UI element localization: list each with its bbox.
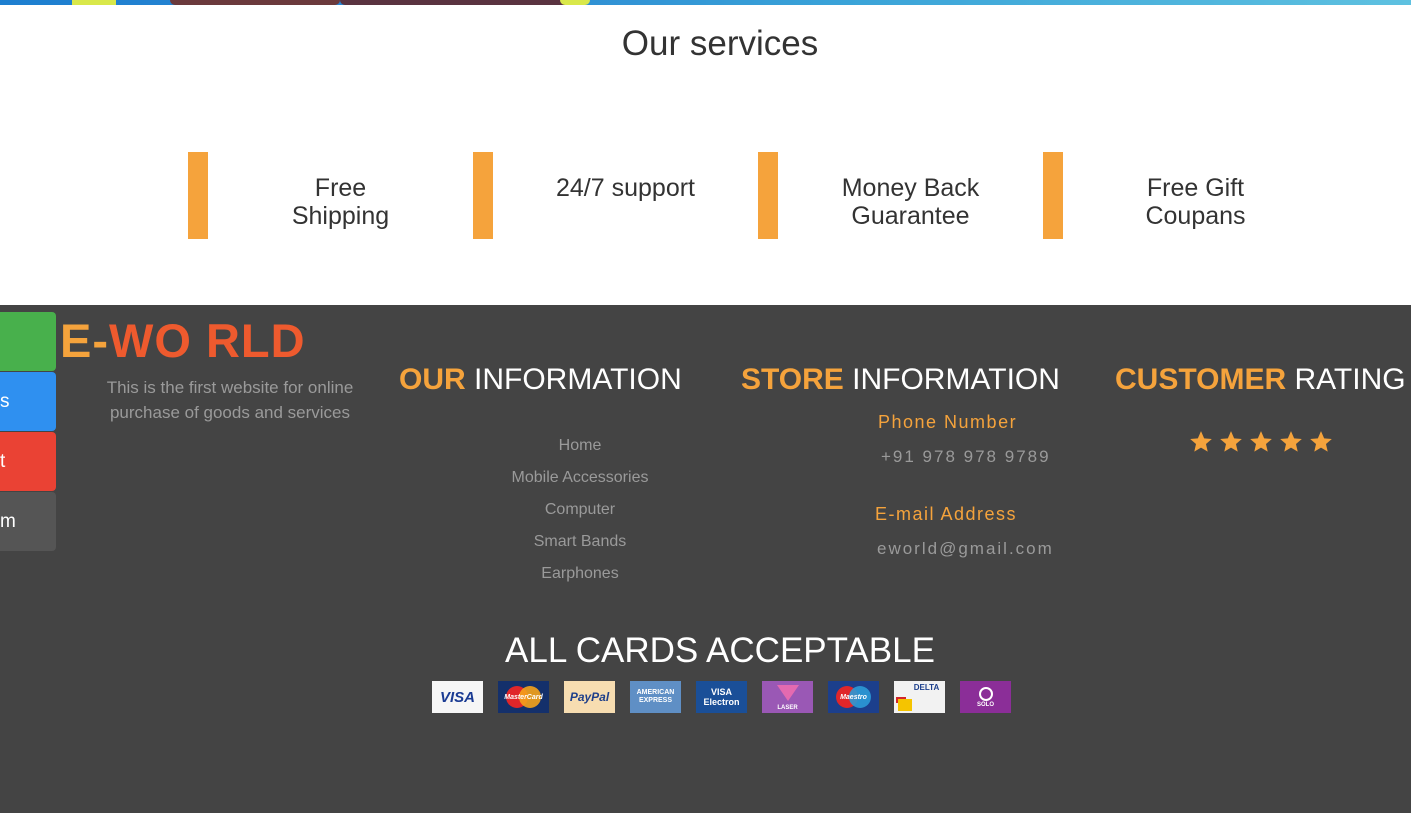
- hero-banner-edge: [0, 0, 1411, 5]
- paypal-icon: PayPal: [564, 681, 615, 713]
- share-tab-medium[interactable]: m: [0, 492, 56, 551]
- info-links: Home Mobile Accessories Computer Smart B…: [480, 430, 680, 590]
- share-tab-whatsapp[interactable]: [0, 312, 56, 371]
- delta-card-icon: DELTA: [894, 681, 945, 713]
- store-information-heading: STORE INFORMATION: [741, 363, 1060, 396]
- footer-link-computer[interactable]: Computer: [480, 494, 680, 526]
- share-tab-pinterest[interactable]: t: [0, 432, 56, 491]
- phone-label: Phone Number: [878, 412, 1018, 432]
- mastercard-icon: MasterCard: [498, 681, 549, 713]
- brand-description: This is the first website for online pur…: [106, 378, 354, 422]
- customer-rating-heading: CUSTOMER RATING: [1115, 363, 1406, 396]
- maestro-icon: Maestro: [828, 681, 879, 713]
- payment-cards: VISA MasterCard PayPal AMERICAN EXPRESS …: [432, 681, 1011, 713]
- footer-link-mobile-accessories[interactable]: Mobile Accessories: [480, 462, 680, 494]
- brand-logo[interactable]: E-WO RLD: [60, 313, 306, 368]
- service-accent-bar: [473, 152, 493, 239]
- star-icon: [1220, 431, 1242, 452]
- star-icon: [1250, 431, 1272, 452]
- service-label: 24/7 support: [556, 174, 695, 202]
- star-icon: [1310, 431, 1332, 452]
- service-label: Free Shipping: [291, 174, 390, 230]
- service-accent-bar: [1043, 152, 1063, 239]
- services-title: Our services: [621, 24, 819, 63]
- visa-card-icon: VISA: [432, 681, 483, 713]
- service-accent-bar: [188, 152, 208, 239]
- visa-electron-icon: VISA Electron: [696, 681, 747, 713]
- service-accent-bar: [758, 152, 778, 239]
- footer-link-smart-bands[interactable]: Smart Bands: [480, 526, 680, 558]
- share-tab-facebook[interactable]: s: [0, 372, 56, 431]
- rating-stars: [1188, 429, 1334, 455]
- email-value: eworld@gmail.com: [877, 539, 1054, 558]
- star-icon: [1280, 431, 1302, 452]
- laser-card-icon: LASER: [762, 681, 813, 713]
- service-label: Money Back Guarantee: [841, 174, 980, 230]
- email-label: E-mail Address: [875, 504, 1018, 524]
- social-share-tabs: s t m: [0, 312, 56, 552]
- site-footer: E-WO RLD This is the first website for o…: [0, 305, 1411, 813]
- footer-link-home[interactable]: Home: [480, 430, 680, 462]
- our-information-heading: OUR INFORMATION: [399, 363, 682, 396]
- star-icon: [1190, 431, 1212, 452]
- phone-value: +91 978 978 9789: [881, 447, 1051, 466]
- cards-heading: ALL CARDS ACCEPTABLE: [505, 631, 935, 670]
- amex-icon: AMERICAN EXPRESS: [630, 681, 681, 713]
- solo-card-icon: SOLO: [960, 681, 1011, 713]
- footer-link-earphones[interactable]: Earphones: [480, 558, 680, 590]
- service-label: Free Gift Coupans: [1145, 174, 1246, 230]
